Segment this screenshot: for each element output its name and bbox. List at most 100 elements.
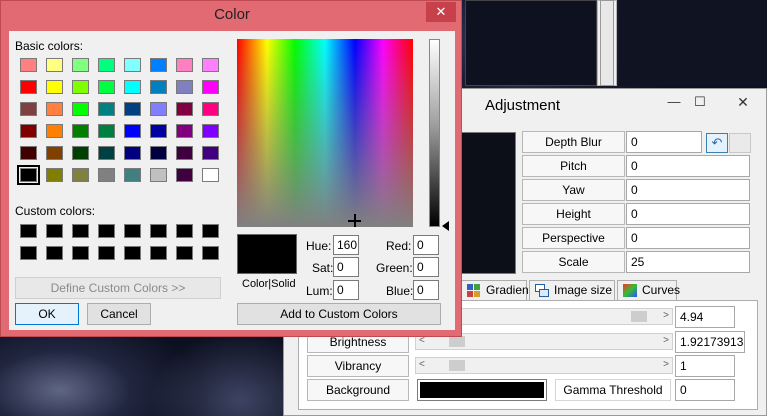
color-swatch[interactable] (202, 124, 219, 138)
color-swatch[interactable] (176, 168, 193, 182)
slider-thumb[interactable] (449, 336, 466, 347)
custom-color-swatch[interactable] (98, 246, 115, 260)
color-swatch[interactable] (176, 80, 193, 94)
background-color-swatch[interactable] (417, 379, 547, 401)
color-swatch[interactable] (202, 102, 219, 116)
color-swatch[interactable] (72, 146, 89, 160)
slider-value-input[interactable]: 4.94 (675, 306, 735, 328)
sat-input[interactable]: 0 (333, 257, 359, 277)
luminance-bar[interactable] (429, 39, 440, 227)
color-spectrum[interactable] (237, 39, 413, 227)
color-swatch[interactable] (202, 146, 219, 160)
slider-thumb[interactable] (630, 311, 647, 322)
color-swatch[interactable] (124, 102, 141, 116)
color-swatch[interactable] (46, 102, 63, 116)
color-swatch[interactable] (98, 168, 115, 182)
add-to-custom-colors-button[interactable]: Add to Custom Colors (237, 303, 441, 325)
color-swatch[interactable] (202, 58, 219, 72)
maximize-icon[interactable]: ☐ (689, 93, 711, 111)
custom-color-swatch[interactable] (46, 246, 63, 260)
color-swatch[interactable] (150, 168, 167, 182)
color-swatch[interactable] (124, 58, 141, 72)
color-swatch[interactable] (20, 58, 37, 72)
brightness-input[interactable]: 1.92173913 (675, 331, 745, 353)
blue-input[interactable]: 0 (413, 280, 439, 300)
color-swatch[interactable] (124, 124, 141, 138)
red-input[interactable]: 0 (413, 235, 439, 255)
chevron-right-icon[interactable]: > (663, 310, 669, 321)
color-swatch[interactable] (124, 80, 141, 94)
color-swatch[interactable] (72, 102, 89, 116)
vibrancy-input[interactable]: 1 (675, 355, 735, 377)
color-swatch[interactable] (150, 124, 167, 138)
undo-icon[interactable]: ↶ (706, 133, 728, 153)
custom-color-swatch[interactable] (72, 246, 89, 260)
custom-color-swatch[interactable] (150, 224, 167, 238)
color-swatch[interactable] (20, 146, 37, 160)
color-swatch[interactable] (72, 80, 89, 94)
color-swatch[interactable] (46, 146, 63, 160)
color-swatch[interactable] (98, 80, 115, 94)
color-swatch[interactable] (72, 58, 89, 72)
perspective-input[interactable]: 0 (626, 227, 750, 249)
color-swatch[interactable] (124, 146, 141, 160)
color-swatch[interactable] (176, 146, 193, 160)
pitch-input[interactable]: 0 (626, 155, 750, 177)
close-icon[interactable]: ✕ (426, 2, 456, 22)
custom-color-swatch[interactable] (98, 224, 115, 238)
cancel-button[interactable]: Cancel (87, 303, 151, 325)
custom-color-swatch[interactable] (72, 224, 89, 238)
slider-thumb[interactable] (449, 360, 466, 371)
lum-input[interactable]: 0 (333, 280, 359, 300)
gamma-threshold-input[interactable]: 0 (675, 379, 735, 401)
color-swatch[interactable] (98, 124, 115, 138)
hue-input[interactable]: 160 (333, 235, 359, 255)
minimize-icon[interactable]: — (663, 93, 685, 111)
color-swatch[interactable] (46, 80, 63, 94)
custom-color-swatch[interactable] (124, 246, 141, 260)
custom-color-swatch[interactable] (202, 246, 219, 260)
color-swatch[interactable] (150, 146, 167, 160)
color-swatch[interactable] (176, 124, 193, 138)
color-swatch[interactable] (98, 146, 115, 160)
custom-color-swatch[interactable] (124, 224, 141, 238)
color-swatch[interactable] (46, 168, 63, 182)
close-icon[interactable]: ✕ (726, 93, 760, 111)
custom-color-swatch[interactable] (20, 246, 37, 260)
color-swatch[interactable] (150, 102, 167, 116)
color-swatch[interactable] (98, 58, 115, 72)
custom-color-swatch[interactable] (202, 224, 219, 238)
color-swatch[interactable] (72, 124, 89, 138)
chevron-left-icon[interactable]: < (419, 359, 425, 370)
color-swatch[interactable] (20, 102, 37, 116)
color-swatch[interactable] (176, 102, 193, 116)
custom-color-swatch[interactable] (150, 246, 167, 260)
luminance-arrow-icon[interactable] (442, 221, 449, 231)
chevron-right-icon[interactable]: > (663, 335, 669, 346)
scale-input[interactable]: 25 (626, 251, 750, 273)
color-swatch[interactable] (150, 80, 167, 94)
blank-button[interactable] (729, 133, 751, 153)
yaw-input[interactable]: 0 (626, 179, 750, 201)
color-swatch[interactable] (46, 58, 63, 72)
color-swatch[interactable] (98, 102, 115, 116)
color-swatch[interactable] (202, 168, 219, 182)
color-swatch[interactable] (202, 80, 219, 94)
height-input[interactable]: 0 (626, 203, 750, 225)
scrollbar[interactable] (600, 0, 614, 86)
color-swatch[interactable] (124, 168, 141, 182)
vibrancy-slider[interactable]: < > (415, 357, 673, 374)
color-swatch[interactable] (176, 58, 193, 72)
define-custom-colors-button[interactable]: Define Custom Colors >> (15, 277, 221, 299)
color-swatch[interactable] (72, 168, 89, 182)
custom-color-swatch[interactable] (20, 224, 37, 238)
crosshair-icon[interactable] (348, 214, 361, 227)
color-swatch[interactable] (20, 124, 37, 138)
color-swatch[interactable] (150, 58, 167, 72)
color-swatch[interactable] (20, 80, 37, 94)
custom-color-swatch[interactable] (46, 224, 63, 238)
tab-gradient[interactable]: Gradient (461, 280, 532, 301)
ok-button[interactable]: OK (15, 303, 79, 325)
color-swatch[interactable] (46, 124, 63, 138)
color-swatch[interactable] (17, 165, 40, 185)
